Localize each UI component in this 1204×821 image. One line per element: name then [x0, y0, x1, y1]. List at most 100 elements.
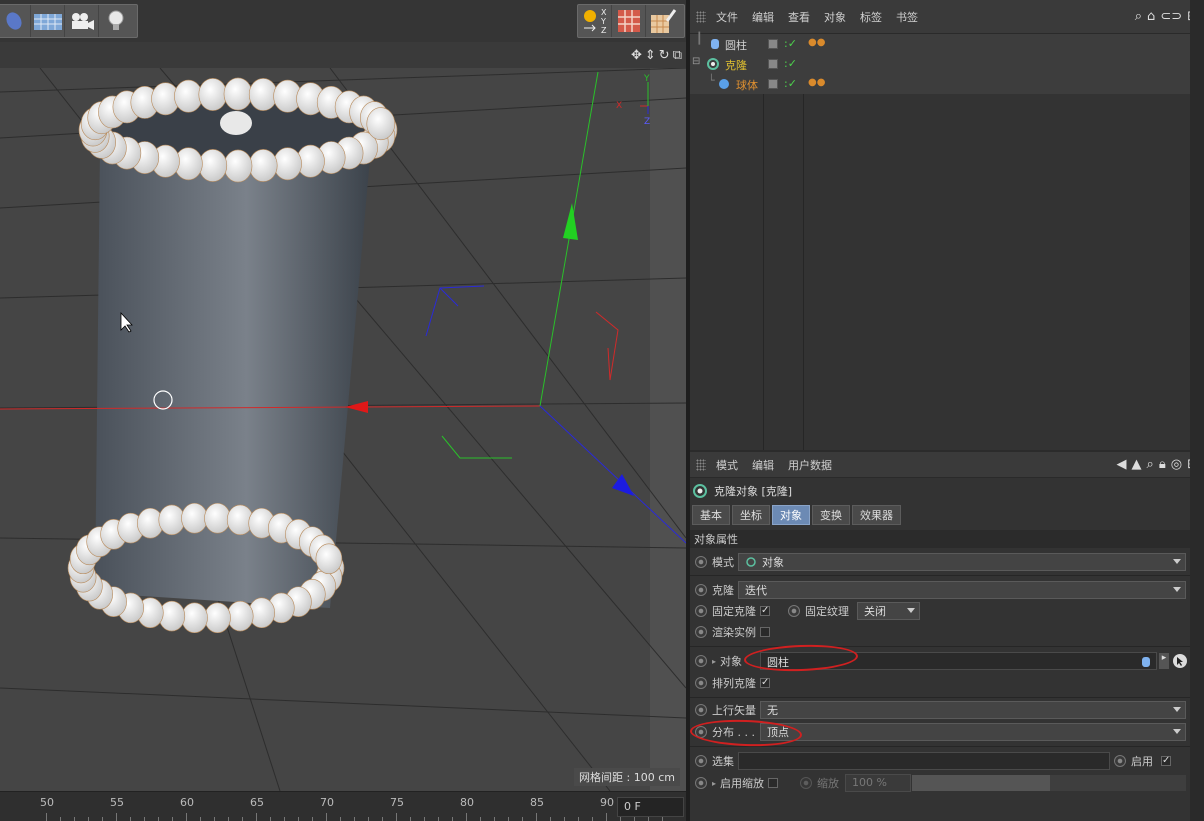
selection-link-field[interactable]: [738, 752, 1110, 770]
phong-tag-icon[interactable]: ●●: [808, 37, 825, 48]
back-arrow-icon[interactable]: ◀: [1117, 457, 1127, 472]
attribute-title-row: 克隆对象 [克隆]: [692, 481, 792, 501]
floor-grid-icon[interactable]: [31, 5, 65, 37]
fix-texture-dropdown[interactable]: 关闭: [857, 602, 920, 620]
tab-transform[interactable]: 变换: [812, 505, 850, 525]
up-vector-dropdown[interactable]: 无: [760, 701, 1186, 719]
menu-edit[interactable]: 编辑: [752, 9, 774, 25]
3d-viewport[interactable]: XYZ ✥ ⇕ ↻ ⧉ X Y Z 网格间距: 100 cm: [0, 0, 686, 791]
animate-radio[interactable]: [695, 584, 707, 596]
link-menu-arrow-icon[interactable]: ▸: [1159, 653, 1169, 669]
tab-effectors[interactable]: 效果器: [852, 505, 901, 525]
rotate-view-icon[interactable]: ↻: [659, 48, 670, 63]
enable-scale-label: 启用缩放: [720, 777, 765, 790]
object-name-cloner[interactable]: 克隆: [725, 57, 747, 73]
enable-checkbox[interactable]: ✓: [1161, 756, 1171, 766]
pick-object-icon[interactable]: [1172, 653, 1188, 669]
tab-object[interactable]: 对象: [772, 505, 810, 525]
menu-mode[interactable]: 模式: [716, 457, 738, 473]
timeline[interactable]: 50 55 60 65 70 75 80 85 90 0 F: [0, 791, 686, 821]
panel-grip-icon[interactable]: [696, 458, 706, 471]
search-icon[interactable]: ⌕: [1135, 9, 1142, 24]
animate-radio[interactable]: [695, 655, 707, 667]
object-list[interactable]: ┃ 圆柱 :✓ ●● ⊟ 克隆 :✓ └ 球体 :✓ ●●: [690, 32, 1190, 450]
animate-radio[interactable]: [1114, 755, 1126, 767]
bead-sphere: [273, 147, 302, 181]
timeline-tick: [592, 817, 593, 821]
menu-bookmarks[interactable]: 书签: [896, 9, 918, 25]
section-header: 对象属性: [690, 530, 1190, 548]
view-navigation: ✥ ⇕ ↻ ⧉: [631, 48, 682, 63]
scale-slider-track[interactable]: [1050, 775, 1186, 791]
scale-input[interactable]: 100 %: [845, 774, 911, 792]
render-instances-checkbox[interactable]: [760, 627, 770, 637]
expand-arrow-icon[interactable]: ▸: [712, 779, 716, 788]
animate-radio[interactable]: [695, 777, 707, 789]
object-row-cylinder[interactable]: ┃ 圆柱 :✓ ●●: [690, 32, 1190, 54]
bead-sphere: [226, 600, 254, 632]
material-grid-icon[interactable]: [612, 5, 646, 37]
menu-user-data[interactable]: 用户数据: [788, 457, 832, 473]
menu-file[interactable]: 文件: [716, 9, 738, 25]
animate-radio[interactable]: [788, 605, 800, 617]
menu-edit[interactable]: 编辑: [752, 457, 774, 473]
right-edge-tabs[interactable]: [1190, 0, 1204, 821]
clone-mode-dropdown[interactable]: 迭代: [738, 581, 1186, 599]
up-arrow-icon[interactable]: ▲: [1132, 457, 1142, 472]
animate-radio[interactable]: [695, 605, 707, 617]
target-icon[interactable]: ◎: [1171, 457, 1182, 472]
timeline-tick: [200, 817, 201, 821]
clone-row: 克隆 迭代: [690, 580, 1190, 600]
maximize-view-icon[interactable]: ⧉: [673, 48, 682, 63]
animate-radio[interactable]: [695, 677, 707, 689]
animate-radio[interactable]: [695, 626, 707, 638]
deformer-icon[interactable]: [0, 5, 31, 37]
align-clone-checkbox[interactable]: ✓: [760, 678, 770, 688]
home-icon[interactable]: ⌂: [1147, 9, 1155, 24]
zoom-view-icon[interactable]: ⇕: [645, 48, 656, 63]
animate-radio[interactable]: [695, 556, 707, 568]
expand-arrow-icon[interactable]: ▸: [712, 657, 716, 666]
paint-brush-icon[interactable]: [646, 5, 680, 37]
enable-scale-checkbox[interactable]: [768, 778, 779, 788]
camera-icon[interactable]: [65, 5, 99, 37]
animate-radio[interactable]: [800, 777, 813, 789]
timeline-tick: [130, 817, 131, 821]
object-row-sphere[interactable]: └ 球体 :✓ ●●: [690, 74, 1190, 94]
link-icon[interactable]: ⊂⊃: [1160, 9, 1182, 24]
panel-grip-icon[interactable]: [696, 10, 706, 23]
object-row-cloner[interactable]: ⊟ 克隆 :✓: [690, 54, 1190, 74]
animate-radio[interactable]: [695, 726, 707, 738]
layer-box[interactable]: [768, 39, 778, 49]
layer-box[interactable]: [768, 59, 778, 69]
enabled-check-icon[interactable]: :✓: [784, 57, 797, 70]
lock-icon[interactable]: 🔒︎: [1159, 457, 1166, 472]
tab-basic[interactable]: 基本: [692, 505, 730, 525]
bead-sphere: [248, 149, 278, 182]
tab-coordinates[interactable]: 坐标: [732, 505, 770, 525]
search-icon[interactable]: ⌕: [1147, 457, 1154, 472]
menu-view[interactable]: 查看: [788, 9, 810, 25]
menu-tags[interactable]: 标签: [860, 9, 882, 25]
current-frame-field[interactable]: 0 F: [617, 797, 684, 817]
enabled-check-icon[interactable]: :✓: [784, 77, 797, 90]
object-name-sphere[interactable]: 球体: [736, 77, 758, 93]
phong-tag-icon[interactable]: ●●: [808, 77, 825, 88]
timeline-tick: [480, 817, 481, 821]
object-link-field[interactable]: 圆柱: [760, 652, 1157, 670]
light-icon[interactable]: [99, 5, 133, 37]
layer-box[interactable]: [768, 79, 778, 89]
scale-slider-fill[interactable]: [912, 775, 1050, 791]
object-name-cylinder[interactable]: 圆柱: [725, 37, 747, 53]
fix-clone-checkbox[interactable]: ✓: [760, 606, 770, 616]
3d-scene[interactable]: X Y Z: [0, 68, 686, 791]
distribution-dropdown[interactable]: 顶点: [760, 723, 1186, 741]
timeline-tick-label: 85: [530, 796, 544, 809]
menu-objects[interactable]: 对象: [824, 9, 846, 25]
move-view-icon[interactable]: ✥: [631, 48, 642, 63]
animate-radio[interactable]: [695, 755, 707, 767]
animate-radio[interactable]: [695, 704, 707, 716]
enabled-check-icon[interactable]: :✓: [784, 37, 797, 50]
mode-dropdown[interactable]: 对象: [738, 553, 1186, 571]
xyz-axis-icon[interactable]: XYZ: [578, 5, 612, 37]
